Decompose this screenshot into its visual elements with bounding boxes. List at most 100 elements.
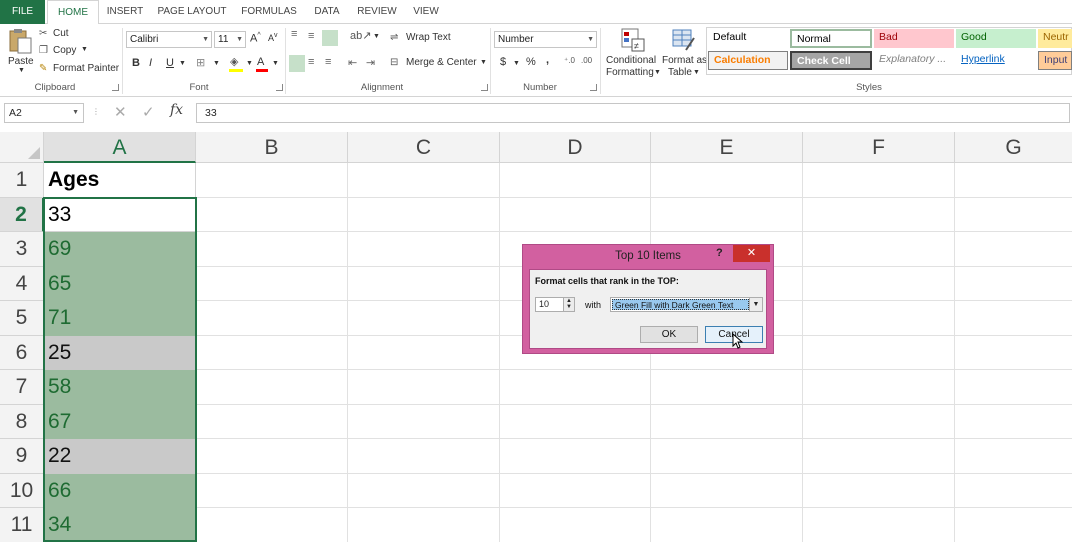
cut-button[interactable]: ✂ Cut [39,28,109,42]
clipboard-launcher-icon[interactable] [112,84,119,91]
style-calculation[interactable]: Calculation [708,51,788,70]
font-size-select[interactable]: 11 ▼ [214,31,246,48]
tab-view[interactable]: VIEW [405,0,447,24]
paste-button[interactable]: Paste ▼ [6,28,34,74]
tab-review[interactable]: REVIEW [352,0,402,24]
tab-home[interactable]: HOME [47,0,99,25]
row-header[interactable]: 6 [0,335,44,370]
row-header[interactable]: 10 [0,473,44,508]
font-color-dropdown-icon[interactable]: ▼ [272,60,279,67]
name-box[interactable]: A2 ▼ [4,103,84,123]
row-header[interactable]: 7 [0,370,44,405]
increase-font-icon[interactable]: A^ [250,32,261,45]
gridline [802,163,803,542]
decrease-indent-icon[interactable]: ⇤ [348,56,357,69]
copy-button[interactable]: ❐ Copy ▼ [39,45,109,59]
column-header-g[interactable]: G [955,132,1072,163]
close-icon[interactable]: ✕ [733,245,770,262]
cancel-entry-icon[interactable]: ✕ [114,103,127,121]
increase-indent-icon[interactable]: ⇥ [366,56,375,69]
confirm-entry-icon[interactable]: ✓ [142,103,155,121]
comma-button[interactable]: , [546,54,549,66]
align-left-icon[interactable] [289,55,305,72]
row-header[interactable]: 4 [0,266,44,301]
style-normal[interactable]: Normal [790,29,872,48]
row-header[interactable]: 3 [0,232,44,267]
tab-formulas[interactable]: FORMULAS [236,0,302,24]
conditional-formatting-button[interactable]: ≠ Conditional Formatting ▼ [604,26,661,80]
number-format-select[interactable]: Number ▼ [494,31,597,48]
formula-input[interactable]: 33 [196,103,1070,123]
row-header[interactable]: 9 [0,439,44,474]
row-header[interactable]: 8 [0,404,44,439]
percent-button[interactable]: % [526,56,536,68]
insert-function-icon[interactable]: fx [170,102,183,118]
fill-dropdown-icon[interactable]: ▼ [246,60,253,67]
number-launcher-icon[interactable] [590,84,597,91]
italic-button[interactable]: I [149,57,152,69]
align-right-icon[interactable]: ≡ [325,56,331,68]
chevron-down-icon: ▼ [693,69,700,76]
tab-data[interactable]: DATA [306,0,348,24]
font-size-value: 11 [218,34,229,45]
row-header[interactable]: 1 [0,163,44,198]
decrease-decimal-icon[interactable]: .00 [581,56,592,65]
cell-a1[interactable]: Ages [44,163,196,198]
style-hyperlink[interactable]: Hyperlink [956,51,1036,70]
column-header-f[interactable]: F [803,132,955,163]
style-explanatory[interactable]: Explanatory ... [874,51,954,70]
row-header[interactable]: 11 [0,508,44,542]
spinner-arrows-icon[interactable]: ▲ ▼ [563,298,574,311]
select-all-corner[interactable] [0,132,44,163]
column-header-e[interactable]: E [651,132,803,163]
currency-button[interactable]: $ [500,56,506,68]
column-header-d[interactable]: D [500,132,651,163]
column-header-c[interactable]: C [348,132,500,163]
increase-decimal-icon[interactable]: ⁺.0 [564,56,575,65]
underline-button[interactable]: U [166,57,174,69]
style-default[interactable]: Default [708,29,788,48]
borders-dropdown-icon[interactable]: ▼ [213,60,220,67]
align-middle-icon[interactable]: ≡ [308,30,314,42]
style-neutral[interactable]: Neutr [1038,29,1072,48]
font-color-swatch [256,69,268,72]
tab-page-layout[interactable]: PAGE LAYOUT [152,0,232,24]
currency-dropdown-icon[interactable]: ▼ [513,60,520,67]
align-top-icon[interactable]: ≡ [291,28,297,40]
orientation-icon[interactable]: ab↗ [350,29,371,42]
style-bad[interactable]: Bad [874,29,954,48]
align-bottom-icon[interactable] [322,30,338,46]
orientation-dropdown-icon[interactable]: ▼ [373,33,380,40]
rank-count-spinner[interactable]: 10 ▲ ▼ [535,297,575,312]
wrap-text-button[interactable]: ⇌ Wrap Text [390,32,480,46]
alignment-launcher-icon[interactable] [481,84,488,91]
format-as-table-button[interactable]: Format as Table ▼ [661,26,708,80]
chevron-down-icon: ▼ [749,298,762,311]
align-center-icon[interactable]: ≡ [308,56,314,68]
style-input[interactable]: Input [1038,51,1072,70]
column-header-b[interactable]: B [196,132,348,163]
format-select[interactable]: Green Fill with Dark Green Text ▼ [610,297,763,312]
style-check-cell[interactable]: Check Cell [790,51,872,70]
column-header-a[interactable]: A [44,132,196,163]
tab-file[interactable]: FILE [0,0,45,24]
fill-color-icon[interactable]: ◈ [230,55,238,68]
resize-handle-icon[interactable]: ⋮ [92,107,100,116]
format-painter-button[interactable]: ✎ Format Painter [39,63,119,77]
borders-icon[interactable]: ⊞ [196,56,205,69]
font-launcher-icon[interactable] [276,84,283,91]
style-good[interactable]: Good [956,29,1036,48]
tab-insert[interactable]: INSERT [101,0,149,24]
row-header[interactable]: 5 [0,301,44,336]
font-name-select[interactable]: Calibri ▼ [126,31,212,48]
font-color-icon[interactable]: A [257,56,264,68]
bold-button[interactable]: B [132,57,140,69]
underline-dropdown-icon[interactable]: ▼ [179,60,186,67]
ribbon: Paste ▼ ✂ Cut ❐ Copy ▼ ✎ Format Painter … [0,24,1072,97]
help-icon[interactable]: ? [716,247,723,259]
ok-button[interactable]: OK [640,326,698,343]
merge-center-button[interactable]: ⊟ Merge & Center ▼ [390,57,490,71]
row-header[interactable]: 2 [0,197,44,232]
format-as-table-label: Format as [662,55,708,66]
decrease-font-icon[interactable]: Av [268,32,278,43]
